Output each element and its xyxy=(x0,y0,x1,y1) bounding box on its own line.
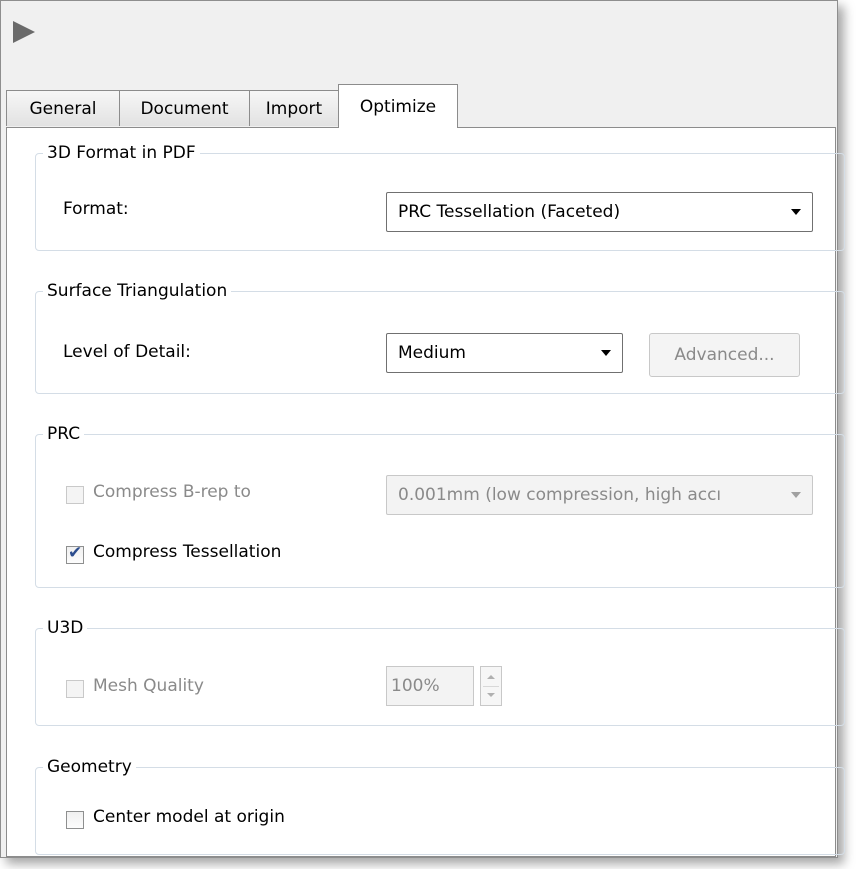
chevron-down-icon xyxy=(601,350,611,356)
spin-down-icon xyxy=(487,693,495,697)
compress-brep-dropdown[interactable]: 0.001mm (low compression, high accı xyxy=(386,475,813,515)
mesh-quality-checkbox[interactable] xyxy=(66,680,84,698)
group-prc: PRC Compress B-rep to 0.001mm (low compr… xyxy=(35,422,845,588)
group-title: 3D Format in PDF xyxy=(43,141,200,165)
group-u3d: U3D Mesh Quality 100% xyxy=(35,616,845,726)
tab-general[interactable]: General xyxy=(6,90,120,126)
group-3d-format: 3D Format in PDF Format: PRC Tessellatio… xyxy=(35,141,845,251)
spin-divider xyxy=(483,686,499,687)
group-geometry: Geometry Center model at origin xyxy=(35,755,845,855)
compress-brep-checkbox[interactable] xyxy=(66,486,84,504)
tab-strip: General Document Import Optimize xyxy=(6,84,836,128)
tab-document[interactable]: Document xyxy=(119,90,250,126)
group-surface-triangulation: Surface Triangulation Level of Detail: M… xyxy=(35,279,845,394)
compress-tessellation-checkbox[interactable]: ✔ xyxy=(66,543,84,564)
compress-brep-label: Compress B-rep to xyxy=(93,482,251,502)
group-title: Surface Triangulation xyxy=(43,279,232,303)
group-title: U3D xyxy=(43,616,88,640)
mesh-quality-input[interactable]: 100% xyxy=(386,666,474,706)
play-icon[interactable] xyxy=(13,21,35,43)
compress-brep-value: 0.001mm (low compression, high accı xyxy=(398,485,722,505)
center-model-checkbox[interactable] xyxy=(66,811,84,829)
center-model-label: Center model at origin xyxy=(93,807,285,827)
advanced-button[interactable]: Advanced... xyxy=(649,333,800,377)
format-dropdown[interactable]: PRC Tessellation (Faceted) xyxy=(386,192,813,232)
group-title: PRC xyxy=(43,422,85,446)
mesh-quality-spinner[interactable] xyxy=(480,666,502,706)
optimize-panel: 3D Format in PDF Format: PRC Tessellatio… xyxy=(6,127,845,857)
lod-value: Medium xyxy=(398,343,466,363)
format-value: PRC Tessellation (Faceted) xyxy=(398,202,621,222)
spin-up-icon xyxy=(487,675,495,679)
options-window: General Document Import Optimize 3D Form… xyxy=(0,0,845,858)
format-label: Format: xyxy=(63,199,129,219)
group-title: Geometry xyxy=(43,755,136,779)
tab-optimize[interactable]: Optimize xyxy=(338,84,458,128)
checkmark-icon: ✔ xyxy=(68,543,83,563)
mesh-quality-label: Mesh Quality xyxy=(93,676,204,696)
lod-label: Level of Detail: xyxy=(63,342,191,362)
compress-tessellation-label: Compress Tessellation xyxy=(93,542,282,562)
chevron-down-icon xyxy=(791,492,801,498)
lod-dropdown[interactable]: Medium xyxy=(386,333,623,373)
chevron-down-icon xyxy=(791,209,801,215)
tab-import[interactable]: Import xyxy=(249,90,339,126)
